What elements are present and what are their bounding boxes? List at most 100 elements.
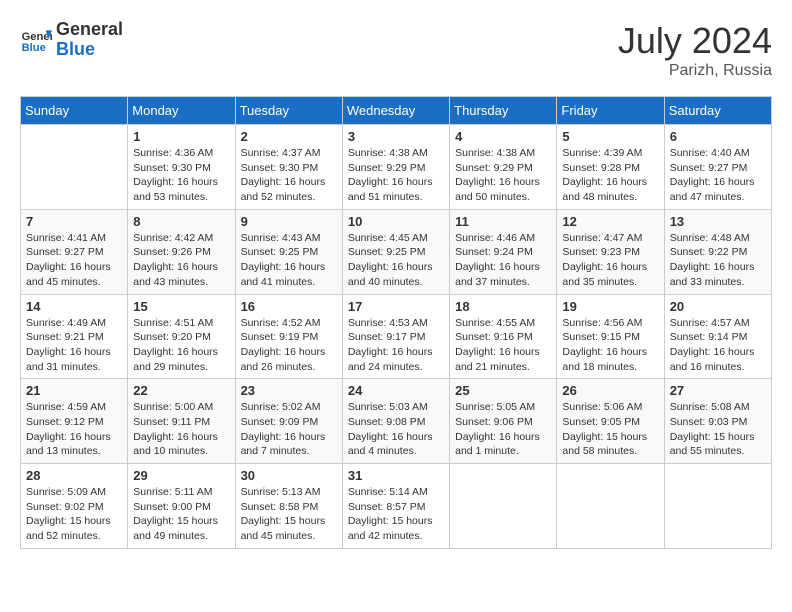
day-number: 18	[455, 299, 551, 314]
day-number: 15	[133, 299, 229, 314]
calendar-cell: 2 Sunrise: 4:37 AMSunset: 9:30 PMDaylight…	[235, 125, 342, 210]
calendar-cell	[664, 464, 771, 549]
day-info: Sunrise: 5:11 AMSunset: 9:00 PMDaylight:…	[133, 485, 229, 544]
day-info: Sunrise: 4:40 AMSunset: 9:27 PMDaylight:…	[670, 146, 766, 205]
calendar-cell	[450, 464, 557, 549]
day-info: Sunrise: 4:52 AMSunset: 9:19 PMDaylight:…	[241, 316, 337, 375]
day-info: Sunrise: 4:49 AMSunset: 9:21 PMDaylight:…	[26, 316, 122, 375]
day-number: 29	[133, 468, 229, 483]
calendar-header-wednesday: Wednesday	[342, 97, 449, 125]
day-number: 11	[455, 214, 551, 229]
day-info: Sunrise: 4:39 AMSunset: 9:28 PMDaylight:…	[562, 146, 658, 205]
day-number: 3	[348, 129, 444, 144]
calendar-cell	[21, 125, 128, 210]
calendar-cell: 9Sunrise: 4:43 AMSunset: 9:25 PMDaylight…	[235, 209, 342, 294]
calendar-cell: 28 Sunrise: 5:09 AMSunset: 9:02 PMDayligh…	[21, 464, 128, 549]
logo: General Blue General Blue	[20, 20, 123, 60]
day-info: Sunrise: 5:06 AMSunset: 9:05 PMDaylight:…	[562, 400, 658, 459]
calendar-cell: 22Sunrise: 5:00 AMSunset: 9:11 PMDayligh…	[128, 379, 235, 464]
logo-icon: General Blue	[20, 24, 52, 56]
day-info: Sunrise: 4:38 AMSunset: 9:29 PMDaylight:…	[348, 146, 444, 205]
day-info: Sunrise: 5:05 AMSunset: 9:06 PMDaylight:…	[455, 400, 551, 459]
day-number: 14	[26, 299, 122, 314]
calendar-cell: 3 Sunrise: 4:38 AMSunset: 9:29 PMDaylight…	[342, 125, 449, 210]
day-number: 28	[26, 468, 122, 483]
day-info: Sunrise: 5:09 AMSunset: 9:02 PMDaylight:…	[26, 485, 122, 544]
day-info: Sunrise: 4:37 AMSunset: 9:30 PMDaylight:…	[241, 146, 337, 205]
calendar-cell: 17Sunrise: 4:53 AMSunset: 9:17 PMDayligh…	[342, 294, 449, 379]
day-number: 10	[348, 214, 444, 229]
location: Parizh, Russia	[618, 62, 772, 80]
calendar-cell: 30Sunrise: 5:13 AMSunset: 8:58 PMDayligh…	[235, 464, 342, 549]
calendar-cell: 19Sunrise: 4:56 AMSunset: 9:15 PMDayligh…	[557, 294, 664, 379]
month-year: July 2024	[618, 20, 772, 62]
day-number: 6	[670, 129, 766, 144]
page-header: General Blue General Blue July 2024 Pari…	[20, 20, 772, 80]
calendar-cell: 21 Sunrise: 4:59 AMSunset: 9:12 PMDayligh…	[21, 379, 128, 464]
day-info: Sunrise: 4:51 AMSunset: 9:20 PMDaylight:…	[133, 316, 229, 375]
day-info: Sunrise: 5:14 AMSunset: 8:57 PMDaylight:…	[348, 485, 444, 544]
day-number: 21	[26, 383, 122, 398]
day-number: 2	[241, 129, 337, 144]
day-info: Sunrise: 4:42 AMSunset: 9:26 PMDaylight:…	[133, 231, 229, 290]
day-info: Sunrise: 4:41 AMSunset: 9:27 PMDaylight:…	[26, 231, 122, 290]
day-info: Sunrise: 4:47 AMSunset: 9:23 PMDaylight:…	[562, 231, 658, 290]
day-info: Sunrise: 4:59 AMSunset: 9:12 PMDaylight:…	[26, 400, 122, 459]
calendar-cell: 20 Sunrise: 4:57 AMSunset: 9:14 PMDayligh…	[664, 294, 771, 379]
calendar-cell: 7 Sunrise: 4:41 AMSunset: 9:27 PMDaylight…	[21, 209, 128, 294]
title-block: July 2024 Parizh, Russia	[618, 20, 772, 80]
day-info: Sunrise: 5:03 AMSunset: 9:08 PMDaylight:…	[348, 400, 444, 459]
day-number: 25	[455, 383, 551, 398]
calendar-cell	[557, 464, 664, 549]
day-info: Sunrise: 4:48 AMSunset: 9:22 PMDaylight:…	[670, 231, 766, 290]
calendar-cell: 29 Sunrise: 5:11 AMSunset: 9:00 PMDayligh…	[128, 464, 235, 549]
calendar-cell: 1 Sunrise: 4:36 AMSunset: 9:30 PMDaylight…	[128, 125, 235, 210]
calendar-week-row: 21 Sunrise: 4:59 AMSunset: 9:12 PMDayligh…	[21, 379, 772, 464]
day-number: 27	[670, 383, 766, 398]
day-number: 13	[670, 214, 766, 229]
day-number: 26	[562, 383, 658, 398]
day-number: 20	[670, 299, 766, 314]
calendar-cell: 25 Sunrise: 5:05 AMSunset: 9:06 PMDayligh…	[450, 379, 557, 464]
day-number: 23	[241, 383, 337, 398]
calendar-week-row: 7 Sunrise: 4:41 AMSunset: 9:27 PMDaylight…	[21, 209, 772, 294]
day-info: Sunrise: 4:36 AMSunset: 9:30 PMDaylight:…	[133, 146, 229, 205]
day-info: Sunrise: 4:55 AMSunset: 9:16 PMDaylight:…	[455, 316, 551, 375]
calendar-cell: 11Sunrise: 4:46 AMSunset: 9:24 PMDayligh…	[450, 209, 557, 294]
day-info: Sunrise: 4:57 AMSunset: 9:14 PMDaylight:…	[670, 316, 766, 375]
day-number: 16	[241, 299, 337, 314]
day-number: 17	[348, 299, 444, 314]
calendar-table: SundayMondayTuesdayWednesdayThursdayFrid…	[20, 96, 772, 549]
calendar-header-monday: Monday	[128, 97, 235, 125]
calendar-header-thursday: Thursday	[450, 97, 557, 125]
day-info: Sunrise: 5:13 AMSunset: 8:58 PMDaylight:…	[241, 485, 337, 544]
calendar-header-tuesday: Tuesday	[235, 97, 342, 125]
calendar-week-row: 1 Sunrise: 4:36 AMSunset: 9:30 PMDaylight…	[21, 125, 772, 210]
day-info: Sunrise: 5:08 AMSunset: 9:03 PMDaylight:…	[670, 400, 766, 459]
calendar-cell: 16 Sunrise: 4:52 AMSunset: 9:19 PMDayligh…	[235, 294, 342, 379]
calendar-cell: 4 Sunrise: 4:38 AMSunset: 9:29 PMDaylight…	[450, 125, 557, 210]
calendar-cell: 26 Sunrise: 5:06 AMSunset: 9:05 PMDayligh…	[557, 379, 664, 464]
day-info: Sunrise: 4:38 AMSunset: 9:29 PMDaylight:…	[455, 146, 551, 205]
day-info: Sunrise: 4:56 AMSunset: 9:15 PMDaylight:…	[562, 316, 658, 375]
calendar-header-friday: Friday	[557, 97, 664, 125]
calendar-week-row: 14 Sunrise: 4:49 AMSunset: 9:21 PMDayligh…	[21, 294, 772, 379]
logo-text: General Blue	[56, 20, 123, 60]
calendar-cell: 6 Sunrise: 4:40 AMSunset: 9:27 PMDaylight…	[664, 125, 771, 210]
day-number: 1	[133, 129, 229, 144]
calendar-cell: 8Sunrise: 4:42 AMSunset: 9:26 PMDaylight…	[128, 209, 235, 294]
calendar-cell: 14 Sunrise: 4:49 AMSunset: 9:21 PMDayligh…	[21, 294, 128, 379]
svg-text:Blue: Blue	[22, 42, 46, 54]
day-info: Sunrise: 4:43 AMSunset: 9:25 PMDaylight:…	[241, 231, 337, 290]
day-number: 12	[562, 214, 658, 229]
day-info: Sunrise: 5:00 AMSunset: 9:11 PMDaylight:…	[133, 400, 229, 459]
calendar-cell: 13 Sunrise: 4:48 AMSunset: 9:22 PMDayligh…	[664, 209, 771, 294]
day-number: 7	[26, 214, 122, 229]
calendar-cell: 15 Sunrise: 4:51 AMSunset: 9:20 PMDayligh…	[128, 294, 235, 379]
day-number: 4	[455, 129, 551, 144]
calendar-week-row: 28 Sunrise: 5:09 AMSunset: 9:02 PMDayligh…	[21, 464, 772, 549]
calendar-cell: 23Sunrise: 5:02 AMSunset: 9:09 PMDayligh…	[235, 379, 342, 464]
day-number: 31	[348, 468, 444, 483]
day-info: Sunrise: 4:45 AMSunset: 9:25 PMDaylight:…	[348, 231, 444, 290]
calendar-cell: 31 Sunrise: 5:14 AMSunset: 8:57 PMDayligh…	[342, 464, 449, 549]
